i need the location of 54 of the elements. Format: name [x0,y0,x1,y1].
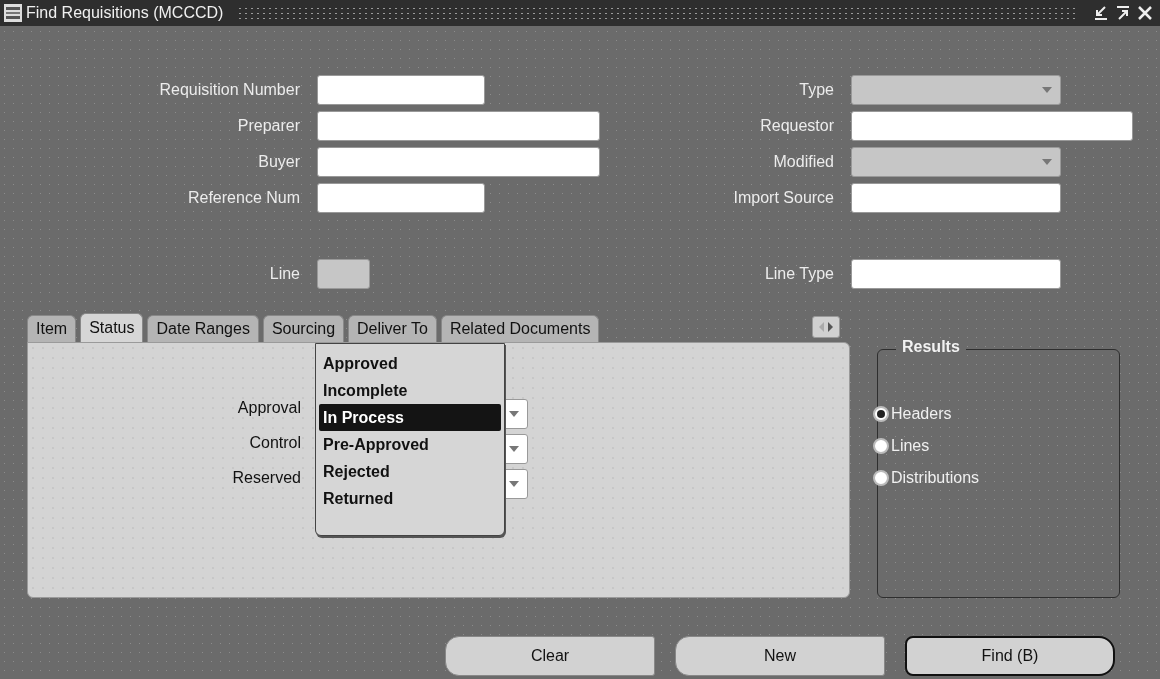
radio-button[interactable] [873,470,889,486]
close-icon[interactable] [1136,5,1154,21]
field-label: Reference Num [186,189,300,207]
tab[interactable]: Status [80,313,144,342]
field-label: Buyer [257,153,300,171]
tab[interactable]: Sourcing [262,315,345,342]
caret-icon [509,481,519,487]
app-icon [4,4,22,22]
list-option[interactable]: Incomplete [319,377,501,404]
tab[interactable]: Item [27,315,77,342]
radio-button[interactable] [873,406,889,422]
input-field[interactable] [851,111,1133,141]
field-label: Preparer [236,117,300,135]
tab-scroll-button[interactable] [812,316,840,338]
caret-icon [509,446,519,452]
radio-button[interactable] [873,438,889,454]
field-label: Import Source [732,189,834,207]
group-title: Results [896,338,966,356]
maximize-icon[interactable] [1114,5,1132,21]
radio-label: Lines [891,437,930,455]
caret-icon [509,411,519,417]
field-label: Requestor [759,117,834,135]
field-label: Control [248,434,301,453]
list-option[interactable]: Pre-Approved [319,431,501,458]
field-label: Requisition Number [158,81,300,99]
input-field[interactable] [317,147,600,177]
field-label: Approval [236,399,301,418]
input-field[interactable] [851,259,1061,289]
list-option[interactable]: Approved [319,350,501,377]
radio-label: Distributions [891,469,980,487]
input-field[interactable] [851,183,1061,213]
minimize-icon[interactable] [1092,5,1110,21]
input-field[interactable] [317,75,485,105]
field-label: Type [798,81,834,99]
action-button[interactable]: Clear [445,636,655,676]
caret-icon [1042,159,1052,165]
left-right-arrows-icon [819,322,833,332]
list-option[interactable]: Returned [319,485,501,512]
tab[interactable]: Deliver To [348,315,437,342]
field-label: Modified [772,153,834,171]
list-option[interactable]: In Process [319,404,501,431]
window-title: Find Requisitions (MCCCD) [26,4,224,22]
action-button[interactable]: Find (B) [905,636,1115,676]
field-label: Reserved [231,469,301,488]
radio-label: Headers [891,405,952,423]
caret-icon [1042,87,1052,93]
list-option[interactable]: Rejected [319,458,501,485]
action-button[interactable]: New [675,636,885,676]
field-label: Line [268,265,300,283]
field-label: Line Type [763,265,834,283]
input-field[interactable] [317,183,485,213]
tab[interactable]: Date Ranges [147,315,259,342]
tab[interactable]: Related Documents [440,315,600,342]
input-field[interactable] [317,111,600,141]
